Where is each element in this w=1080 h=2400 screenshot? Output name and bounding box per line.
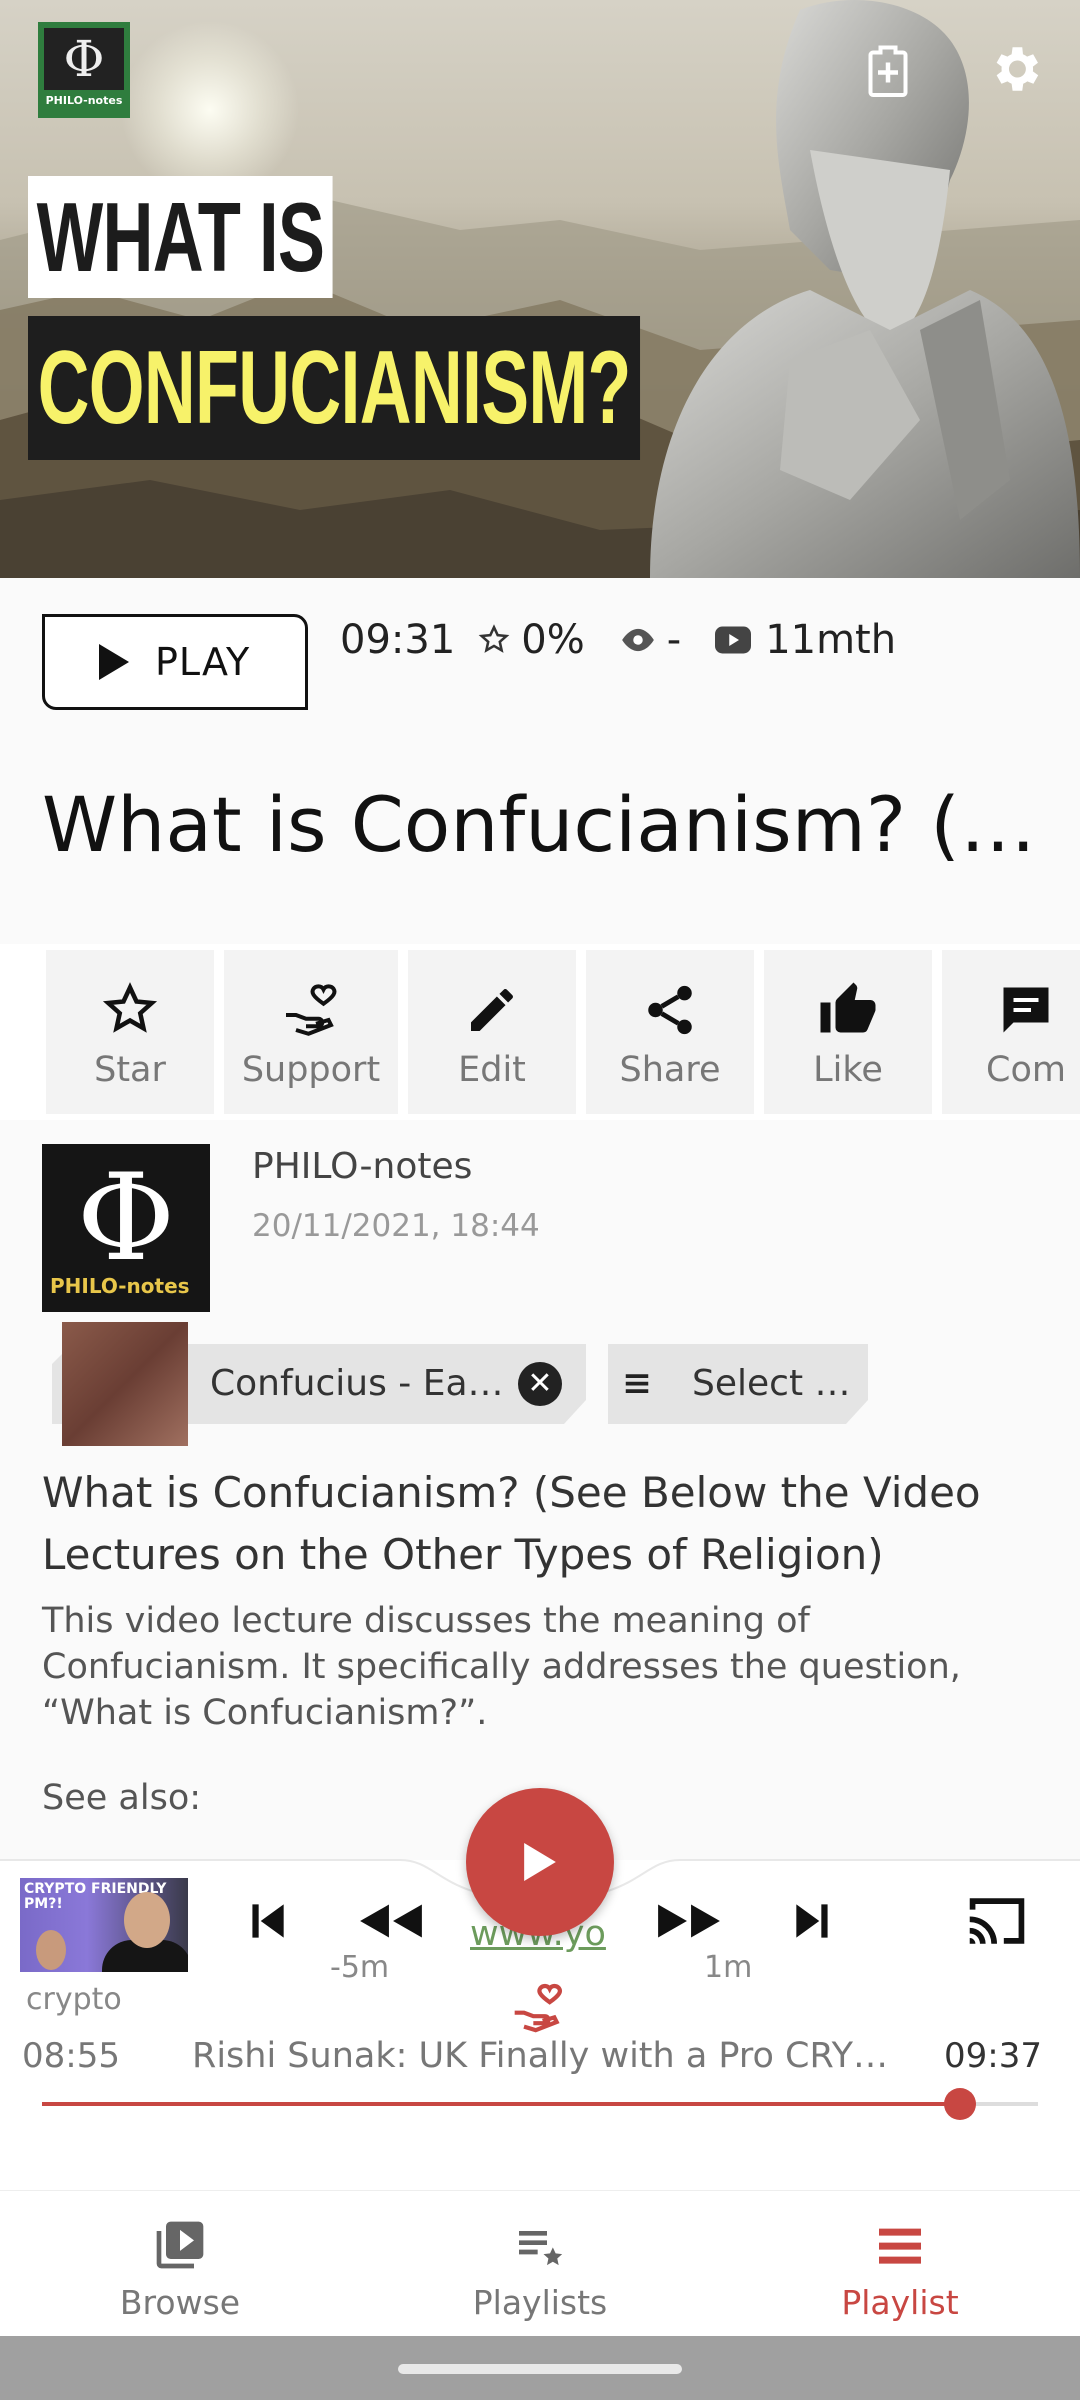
browse-icon (156, 2221, 204, 2269)
duration: 09:31 (340, 617, 456, 663)
star-outline-icon (478, 624, 510, 653)
home-gesture-pill[interactable] (398, 2364, 682, 2374)
cast-icon[interactable] (966, 1896, 1028, 1946)
total-time: 09:37 (944, 2036, 1042, 2076)
thumbnail-title-line1: WHAT IS (28, 176, 333, 298)
comment-icon (1003, 987, 1049, 1033)
description-title: What is Confucianism? (See Below the Vid… (42, 1468, 981, 1579)
avatar-phi-symbol: Φ (76, 1149, 176, 1288)
video-stats: 09:31 0% - 11mth (340, 610, 910, 670)
logo-label: PHILO-notes (45, 94, 123, 107)
like-label: Like (813, 1050, 883, 1090)
description-body: This video lecture discusses the meaning… (42, 1601, 961, 1733)
avatar-tag: PHILO-notes (50, 1274, 190, 1298)
rating: 0% (521, 617, 585, 663)
menu-icon (622, 1368, 652, 1398)
like-button[interactable]: Like (764, 950, 932, 1114)
support-heart-icon (286, 984, 337, 1036)
nav-playlists-label: Playlists (472, 2283, 608, 2322)
action-bar: Star Support Edit Share Like Com (0, 944, 1080, 1120)
sun-glow (120, 20, 300, 200)
play-label: PLAY (155, 640, 251, 684)
clipboard-add-icon[interactable] (858, 40, 918, 100)
comment-button[interactable]: Com (942, 950, 1080, 1114)
video-title: What is Confucianism? (… (42, 780, 1036, 869)
thumbnail-title-line2: CONFUCIANISM? (28, 316, 641, 460)
select-chip-label: Select … (692, 1363, 851, 1404)
support-button[interactable]: Support (224, 950, 398, 1114)
fast-forward-icon[interactable] (654, 1896, 724, 1946)
thumbs-up-icon (820, 982, 876, 1033)
edit-label: Edit (458, 1050, 526, 1090)
support-label: Support (241, 1050, 381, 1090)
elapsed-time: 08:55 (22, 2036, 120, 2076)
gear-icon[interactable] (986, 40, 1046, 100)
star-icon (102, 982, 158, 1033)
view-count: - (666, 617, 682, 663)
share-label: Share (619, 1050, 721, 1090)
now-playing-title[interactable]: Rishi Sunak: UK Finally with a Pro CRY… (192, 2036, 912, 2076)
skip-previous-icon[interactable] (242, 1896, 292, 1946)
publish-date: 20/11/2021, 18:44 (252, 1208, 540, 1244)
playlist-chip-label: Confucius - Ea… (210, 1363, 504, 1404)
eye-icon (621, 628, 654, 652)
remove-chip-icon[interactable]: ✕ (518, 1362, 562, 1406)
play-icon (524, 1843, 556, 1881)
rewind-label: -5m (330, 1950, 390, 1985)
upload-age: 11mth (765, 617, 897, 663)
play-button[interactable]: PLAY (42, 614, 308, 710)
star-button[interactable]: Star (46, 950, 214, 1114)
nav-playlists[interactable]: Playlists (360, 2191, 720, 2337)
pencil-icon (471, 989, 513, 1031)
star-label: Star (94, 1050, 166, 1090)
now-playing-thumbnail[interactable]: CRYPTO FRIENDLY PM?! (20, 1878, 188, 1972)
progress-bar[interactable] (42, 2088, 1038, 2120)
see-also-label: See also: (42, 1778, 202, 1818)
thumbnail-person-left (36, 1930, 66, 1970)
now-playing-channel: crypto (26, 1982, 122, 2017)
playlists-icon (519, 2231, 563, 2266)
playlist-chip-image (62, 1322, 188, 1446)
edit-button[interactable]: Edit (408, 950, 576, 1114)
thumbnail-person-face (124, 1892, 170, 1948)
rewind-icon[interactable] (356, 1896, 426, 1946)
channel-name[interactable]: PHILO-notes (252, 1146, 472, 1187)
youtube-icon (715, 626, 752, 654)
nav-playlist-label: Playlist (841, 2283, 959, 2322)
channel-logo-badge: Φ PHILO-notes (38, 22, 130, 118)
select-playlist-chip[interactable]: Select … (608, 1344, 868, 1424)
forward-label: 1m (704, 1950, 753, 1985)
nav-playlist[interactable]: Playlist (720, 2191, 1080, 2337)
nav-browse-label: Browse (119, 2283, 241, 2322)
playlist-icon (879, 2228, 921, 2264)
comment-label: Com (986, 1050, 1066, 1090)
nav-browse[interactable]: Browse (0, 2191, 360, 2337)
support-heart-icon[interactable] (510, 1980, 566, 2036)
skip-next-icon[interactable] (788, 1896, 838, 1946)
main-play-fab[interactable] (466, 1788, 614, 1936)
progress-fill (42, 2102, 961, 2106)
channel-avatar[interactable]: Φ PHILO-notes (42, 1144, 210, 1312)
system-navigation-bar (0, 2336, 1080, 2400)
phi-symbol: Φ (44, 28, 124, 90)
play-icon (99, 644, 129, 680)
video-thumbnail[interactable]: Φ PHILO-notes WHAT IS CONFUCIANISM? (0, 0, 1080, 578)
share-icon (648, 985, 692, 1035)
bottom-navigation: Browse Playlists Playlist (0, 2190, 1080, 2336)
share-button[interactable]: Share (586, 950, 754, 1114)
